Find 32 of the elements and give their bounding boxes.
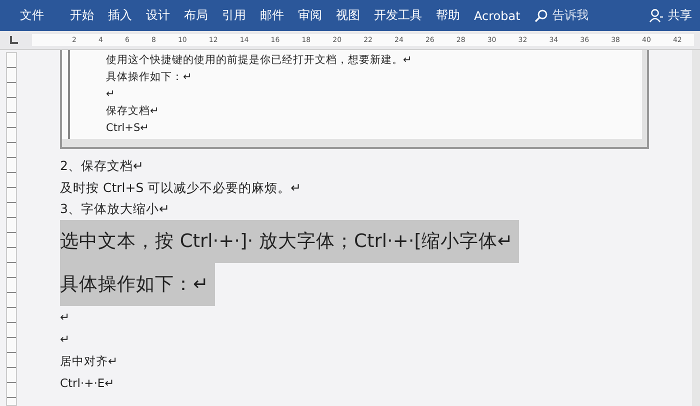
text-line: Ctrl+S↵ bbox=[106, 121, 150, 136]
ribbon-tab[interactable]: 开始 bbox=[70, 7, 94, 24]
ribbon-tab[interactable]: 插入 bbox=[108, 7, 132, 24]
paragraph: 及时按 Ctrl+S 可以减少不必要的麻烦。↵ bbox=[60, 178, 302, 196]
file-tab[interactable]: 文件 bbox=[20, 7, 44, 24]
paragraph: 居中对齐↵ bbox=[60, 352, 118, 370]
ribbon-tab[interactable]: 布局 bbox=[184, 7, 208, 24]
tell-me-field[interactable]: 告诉我 bbox=[552, 7, 588, 24]
paragraph: ↵ bbox=[60, 308, 70, 326]
paragraph: 具体操作如下：↵ bbox=[60, 262, 215, 306]
person-icon[interactable] bbox=[649, 8, 664, 23]
text-line: ↵ bbox=[106, 87, 116, 102]
ribbon-tab[interactable]: 帮助 bbox=[436, 7, 460, 24]
ribbon-tab[interactable]: 开发工具 bbox=[374, 7, 422, 24]
share-button[interactable]: 共享 bbox=[668, 7, 692, 24]
ribbon-tab[interactable]: 审阅 bbox=[298, 7, 322, 24]
tab-selector-icon[interactable] bbox=[10, 36, 18, 44]
paragraph: ↵ bbox=[60, 330, 70, 348]
paragraph: 2、保存文档↵ bbox=[60, 157, 144, 175]
text-line: 保存文档↵ bbox=[106, 104, 160, 119]
text-line: 使用这个快捷键的使用的前提是你已经打开文档，想要新建。↵ bbox=[106, 53, 413, 68]
paragraph: 选中文本，按 Ctrl·+·]· 放大字体；Ctrl·+·[缩小字体↵ bbox=[60, 220, 519, 262]
ribbon-tab[interactable]: 视图 bbox=[336, 7, 360, 24]
scrollbar[interactable] bbox=[692, 50, 700, 406]
search-icon[interactable] bbox=[534, 8, 548, 22]
ribbon-tab[interactable]: 邮件 bbox=[260, 7, 284, 24]
ribbon-tab[interactable]: Acrobat bbox=[474, 8, 520, 22]
ribbon-tab[interactable]: 设计 bbox=[146, 7, 170, 24]
paragraph: 3、字体放大缩小↵ bbox=[60, 200, 170, 218]
paragraph: Ctrl·+·E↵ bbox=[60, 374, 114, 392]
text-line: 具体操作如下：↵ bbox=[106, 70, 193, 85]
ribbon-tab[interactable]: 引用 bbox=[222, 7, 246, 24]
